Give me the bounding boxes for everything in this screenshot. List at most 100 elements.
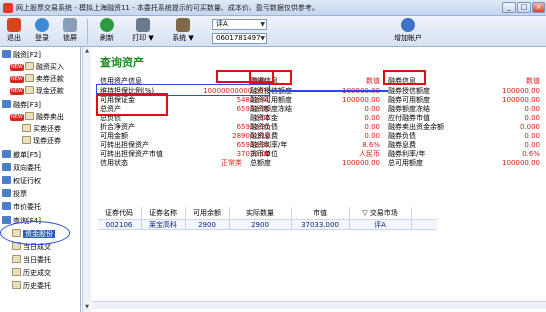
table-cell: 37033.000 (301, 221, 339, 229)
refresh-button[interactable]: 刷新 (95, 17, 119, 46)
margin-row-value: 0.00 (364, 105, 380, 113)
toolbar: 退出 登录 锁屏 刷新 打印 ▼ 系统 ▼ 评A ▼ 0601781497 ▼ (0, 16, 546, 47)
minimize-button[interactable]: _ (502, 2, 516, 13)
add-account-label: 增加帐户 (394, 34, 422, 42)
table-cell: 莱宝高科 (149, 221, 177, 229)
sidebar-item-margin-buy-group[interactable]: 融资[F2] (2, 50, 41, 61)
column-header[interactable]: 证券名称 (142, 207, 184, 219)
column-header[interactable]: 可用余额 (186, 207, 228, 219)
sidebar-item-history-trades[interactable]: 历史成交 (12, 268, 51, 279)
sidebar-item-two-way[interactable]: 双向委托 (2, 163, 41, 174)
short-row-value: 100000.00 (502, 96, 540, 104)
sidebar-item-short-sell-group[interactable]: 融券[F3] (2, 100, 41, 111)
sidebar-item-vote[interactable]: 投票 (2, 189, 27, 200)
document-icon (12, 255, 21, 263)
margin-row-value: 0.00 (364, 123, 380, 131)
add-account-button[interactable]: 增加帐户 (378, 17, 438, 46)
margin-row-label: 融资利率/年 (250, 141, 288, 149)
margin-row-label: 融资息费 (250, 132, 278, 140)
print-label: 打印 (132, 34, 147, 42)
folder-icon (2, 202, 11, 210)
refresh-icon (100, 18, 114, 32)
login-icon (35, 18, 49, 32)
login-button[interactable]: 登录 (30, 17, 54, 46)
sidebar-item-cancel[interactable]: 撤单[F5] (2, 150, 41, 161)
margin-row-label: 融资负债 (250, 123, 278, 131)
column-header-label: 交易市场 (369, 209, 398, 217)
document-icon (22, 124, 31, 132)
short-row-label: 融券息费 (388, 141, 416, 149)
sidebar-item-history-orders[interactable]: 历史委托 (12, 281, 51, 292)
exit-label: 退出 (7, 34, 21, 42)
chevron-down-icon: ▼ (260, 21, 265, 28)
sidebar-item-market-order[interactable]: 市价委托 (2, 202, 41, 213)
margin-row-label: 总额度 (250, 159, 271, 167)
column-header[interactable]: 市值 (292, 207, 348, 219)
column-header[interactable]: 证券代码 (98, 207, 140, 219)
monitor-icon (63, 18, 77, 32)
short-row-value: 0.000 (519, 123, 540, 131)
annotation-ellipse (0, 221, 70, 245)
document-icon (12, 281, 21, 289)
scroll-down-icon[interactable]: ▼ (83, 303, 91, 311)
credit-row-label: 可转出担保资产 (100, 141, 149, 149)
maximize-button[interactable]: □ (517, 2, 531, 13)
margin-row-value: 100000.00 (342, 159, 380, 167)
short-row-label: 融券利率/年 (388, 150, 426, 158)
short-row-label: 融券卖出资金余额 (388, 123, 444, 131)
table-cell: 002106 (105, 221, 133, 229)
search-icon (2, 216, 11, 224)
sort-indicator-icon: ▽ (362, 209, 368, 217)
sidebar-item-margin-buy[interactable]: NEW 融资买入 (10, 62, 64, 73)
system-label: 系统 (172, 34, 187, 42)
market-select[interactable]: 评A ▼ (212, 19, 267, 30)
chevron-down-icon: ▼ (188, 34, 194, 42)
short-row-value: 100000.00 (502, 159, 540, 167)
print-button[interactable]: 打印 ▼ (128, 17, 158, 46)
short-row-label: 融券授信额度 (388, 87, 430, 95)
short-row-value: 0.00 (524, 132, 540, 140)
asset-query-panel: 查询资产 信用资产信息 数值 维持担保比例(%) 10000000000.00%… (92, 47, 546, 312)
table-cell: 2900 (251, 221, 269, 229)
sidebar-scrollbar[interactable]: ▲ ▼ (82, 47, 91, 312)
folder-icon (2, 189, 11, 197)
app-icon (3, 3, 13, 13)
short-row-label: 融券负债 (388, 132, 416, 140)
sidebar-item-today-orders[interactable]: 当日委托 (12, 255, 51, 266)
account-select[interactable]: 0601781497 ▼ (212, 33, 267, 44)
exit-button[interactable]: 退出 (2, 17, 26, 46)
login-label: 登录 (35, 34, 49, 42)
close-button[interactable]: × (532, 2, 545, 13)
annotation-line (270, 90, 388, 92)
margin-row-label: 融资本金 (250, 114, 278, 122)
horizontal-scrollbar[interactable] (92, 301, 546, 309)
annotation-box-short (383, 70, 426, 85)
page-title: 查询资产 (100, 56, 144, 69)
sidebar-item-sell-repay[interactable]: NEW 卖券还款 (10, 74, 64, 85)
scroll-up-icon[interactable]: ▲ (83, 47, 91, 55)
sidebar-item-stock-return[interactable]: 现券还券 (22, 136, 61, 147)
add-account-icon (401, 18, 415, 32)
title-bar: 网上股票交易系统 - 模拟上海融资11 - 本委托系统提示的可买数量、成本价、盈… (0, 0, 546, 16)
sidebar-item-short-sell[interactable]: NEW 融券卖出 (10, 112, 64, 123)
sidebar-item-warrant[interactable]: 权证行权 (2, 176, 41, 187)
market-select-value: 评A (216, 20, 228, 28)
short-row-label: 融券额度冻结 (388, 105, 430, 113)
short-row-value: 0.6% (522, 150, 540, 158)
column-header[interactable]: 实际数量 (230, 207, 290, 219)
folder-icon (2, 100, 11, 108)
column-header[interactable]: ▽ 交易市场 (350, 207, 410, 219)
short-row-value: 0.00 (524, 114, 540, 122)
annotation-box-margin-available (96, 93, 168, 116)
margin-row-value: 100000.00 (320, 87, 380, 96)
sidebar-item-buy-return[interactable]: 买券还券 (22, 124, 61, 135)
sidebar-item-cash-repay[interactable]: NEW 现金还款 (10, 86, 64, 97)
document-icon (22, 136, 31, 144)
document-icon (24, 86, 34, 94)
lock-screen-button[interactable]: 锁屏 (58, 17, 82, 46)
system-button[interactable]: 系统 ▼ (168, 17, 198, 46)
table-cell: 评A (374, 221, 386, 229)
margin-row-value: 0.00 (364, 114, 380, 122)
new-badge: NEW (10, 88, 24, 95)
short-row-value: 0.00 (524, 141, 540, 149)
